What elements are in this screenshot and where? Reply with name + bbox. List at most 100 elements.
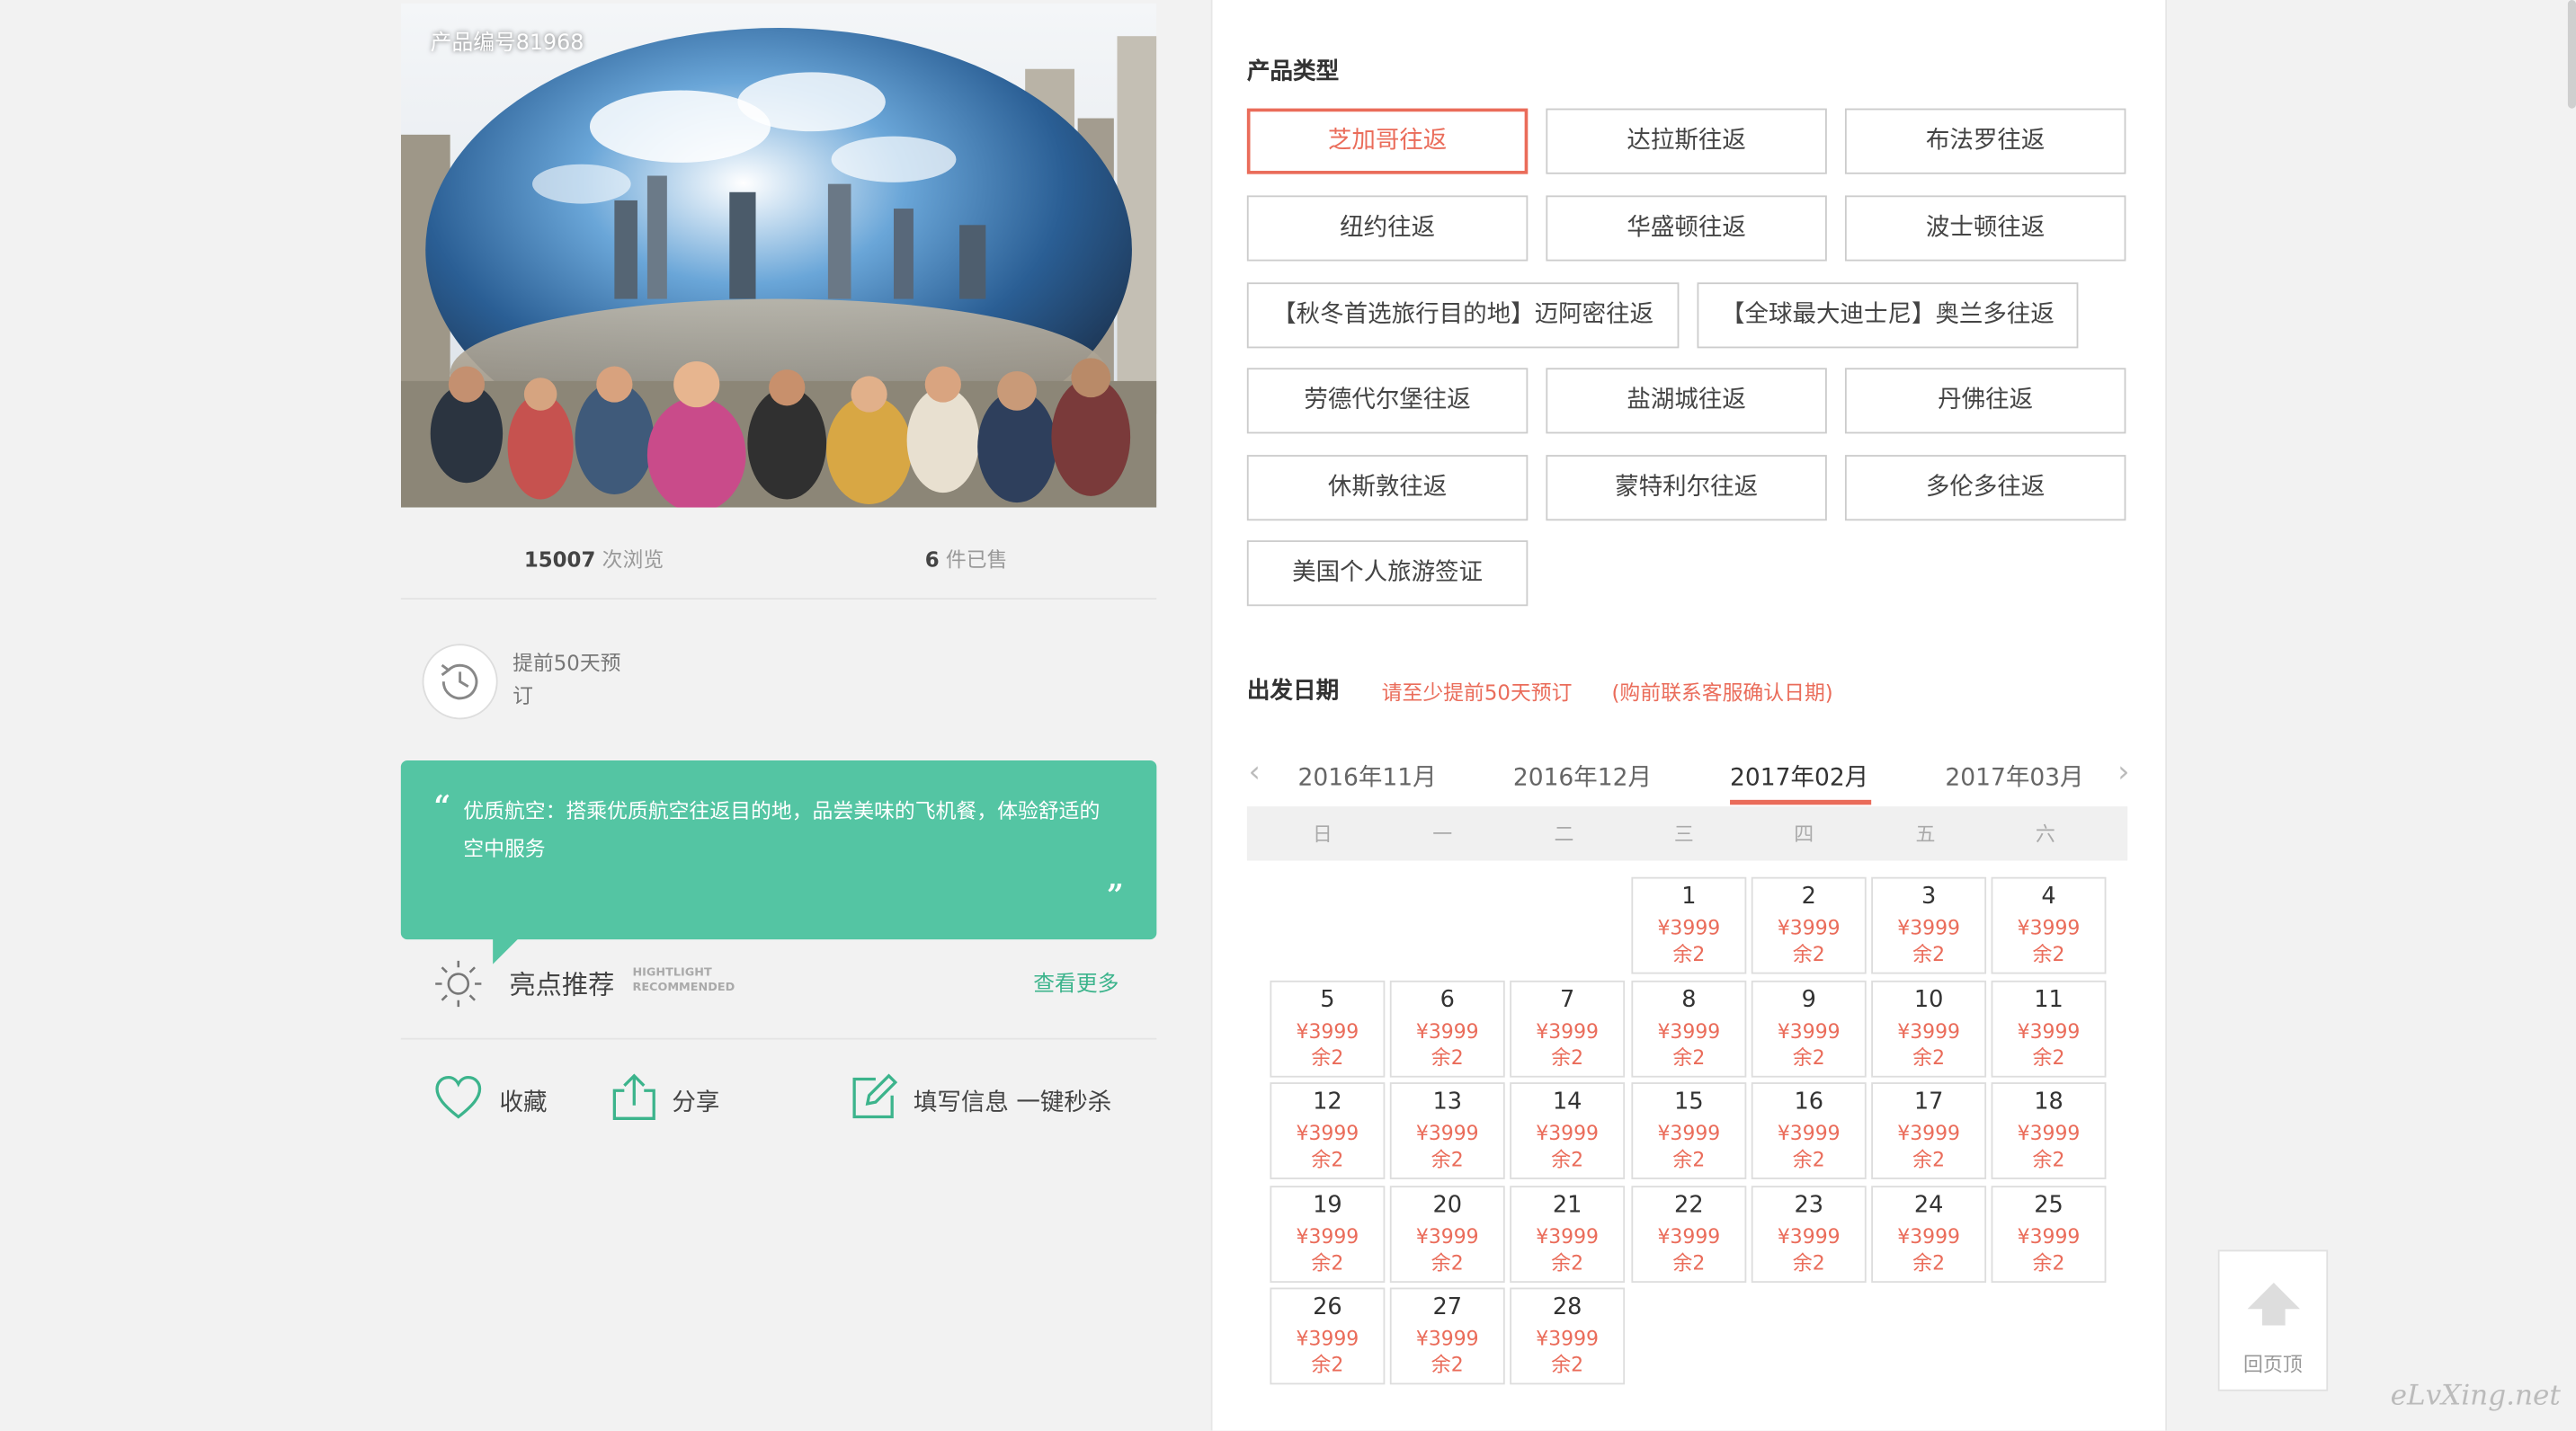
calendar-day[interactable]: 14 ¥3999 余2 xyxy=(1510,1082,1626,1179)
day-remaining: 余2 xyxy=(1311,1353,1344,1377)
back-to-top-button[interactable]: 回页顶 xyxy=(2217,1249,2329,1391)
day-price: ¥3999 xyxy=(2017,1121,2081,1145)
day-remaining: 余2 xyxy=(1672,1251,1706,1275)
day-number: 6 xyxy=(1440,987,1455,1014)
action-bar: 收藏 分享 填写信息 一键秒杀 xyxy=(401,1068,1157,1133)
next-month-icon[interactable]: › xyxy=(2117,756,2129,790)
day-number: 10 xyxy=(1913,987,1944,1014)
share-icon xyxy=(612,1073,655,1120)
day-price: ¥3999 xyxy=(1296,1327,1359,1350)
product-option[interactable]: 休斯敦往返 xyxy=(1246,455,1529,521)
calendar-day[interactable]: 23 ¥3999 余2 xyxy=(1751,1186,1867,1284)
month-tab-active[interactable]: 2017年02月 xyxy=(1730,759,1868,793)
calendar-day[interactable]: 25 ¥3999 余2 xyxy=(1991,1186,2107,1284)
day-remaining: 余2 xyxy=(1672,1045,1706,1070)
product-option[interactable]: 【全球最大迪士尼】奥兰多往返 xyxy=(1697,282,2079,349)
product-code: 产品编号81968 xyxy=(430,31,584,57)
calendar-day[interactable]: 13 ¥3999 余2 xyxy=(1389,1082,1505,1179)
calendar-day[interactable]: 26 ¥3999 余2 xyxy=(1270,1287,1386,1385)
day-number: 9 xyxy=(1801,987,1816,1014)
weekday-label: 二 xyxy=(1554,822,1574,847)
day-price: ¥3999 xyxy=(1897,916,1961,940)
departure-note: 请至少提前50天预订 xyxy=(1381,680,1573,705)
calendar-day[interactable]: 18 ¥3999 余2 xyxy=(1991,1082,2107,1179)
calendar-day[interactable]: 17 ¥3999 余2 xyxy=(1871,1082,1987,1179)
calendar-day[interactable]: 20 ¥3999 余2 xyxy=(1389,1186,1505,1284)
weekday-header: 日 一 二 三 四 五 六 xyxy=(1246,806,2128,861)
calendar-day[interactable]: 8 ¥3999 余2 xyxy=(1631,980,1747,1078)
active-month-indicator xyxy=(1730,799,1872,805)
scrollbar[interactable] xyxy=(2567,0,2576,109)
day-price: ¥3999 xyxy=(1657,1019,1721,1044)
day-price: ¥3999 xyxy=(1777,1225,1841,1249)
calendar-day[interactable]: 28 ¥3999 余2 xyxy=(1510,1287,1626,1385)
day-price: ¥3999 xyxy=(1536,1225,1600,1249)
calendar-day[interactable]: 19 ¥3999 余2 xyxy=(1270,1186,1386,1284)
product-option[interactable]: 华盛顿往返 xyxy=(1546,195,1827,262)
day-remaining: 余2 xyxy=(1672,942,1706,966)
cloud-gate-image xyxy=(400,3,1157,508)
day-price: ¥3999 xyxy=(1296,1019,1359,1044)
calendar-day[interactable]: 24 ¥3999 余2 xyxy=(1871,1186,1987,1284)
day-remaining: 余2 xyxy=(1431,1148,1464,1171)
day-remaining: 余2 xyxy=(1792,942,1825,966)
day-number: 12 xyxy=(1313,1089,1342,1115)
calendar-day[interactable]: 2 ¥3999 余2 xyxy=(1751,876,1867,974)
product-option[interactable]: 纽约往返 xyxy=(1246,195,1529,262)
day-remaining: 余2 xyxy=(1311,1148,1344,1171)
calendar-day[interactable]: 10 ¥3999 余2 xyxy=(1871,980,1987,1078)
product-option[interactable]: 芝加哥往返 xyxy=(1246,108,1529,174)
calendar-day[interactable]: 22 ¥3999 余2 xyxy=(1631,1186,1747,1284)
edit-icon xyxy=(852,1073,898,1119)
calendar-day[interactable]: 1 ¥3999 余2 xyxy=(1631,876,1747,974)
month-tab[interactable]: 2016年12月 xyxy=(1513,759,1652,793)
calendar-day[interactable]: 5 ¥3999 余2 xyxy=(1270,980,1386,1078)
product-option[interactable]: 蒙特利尔往返 xyxy=(1546,455,1827,521)
calendar-day[interactable]: 11 ¥3999 余2 xyxy=(1991,980,2107,1078)
product-option[interactable]: 达拉斯往返 xyxy=(1546,108,1827,174)
day-number: 15 xyxy=(1674,1089,1704,1115)
calendar-day[interactable]: 12 ¥3999 余2 xyxy=(1270,1082,1386,1179)
product-option[interactable]: 多伦多往返 xyxy=(1844,455,2126,521)
product-option[interactable]: 【秋冬首选旅行目的地】迈阿密往返 xyxy=(1246,282,1680,349)
calendar-day[interactable]: 27 ¥3999 余2 xyxy=(1389,1287,1505,1385)
prev-month-icon[interactable]: ‹ xyxy=(1249,756,1261,790)
calendar-day[interactable]: 4 ¥3999 余2 xyxy=(1991,876,2107,974)
product-type-title: 产品类型 xyxy=(1246,58,1340,86)
day-remaining: 余2 xyxy=(2032,942,2065,966)
day-number: 2 xyxy=(1801,884,1816,911)
day-number: 18 xyxy=(2034,1089,2063,1115)
day-number: 4 xyxy=(2041,884,2056,911)
calendar-day[interactable]: 9 ¥3999 余2 xyxy=(1751,980,1867,1078)
product-option[interactable]: 波士顿往返 xyxy=(1844,195,2126,262)
day-remaining: 余2 xyxy=(1431,1353,1464,1377)
day-price: ¥3999 xyxy=(1415,1019,1479,1044)
calendar-day[interactable]: 15 ¥3999 余2 xyxy=(1631,1082,1747,1179)
day-number: 7 xyxy=(1559,987,1575,1014)
product-option[interactable]: 丹佛往返 xyxy=(1844,368,2126,434)
product-option[interactable]: 布法罗往返 xyxy=(1844,108,2126,174)
day-number: 24 xyxy=(1913,1192,1944,1219)
day-number: 16 xyxy=(1794,1089,1824,1115)
month-tab[interactable]: 2016年11月 xyxy=(1297,759,1436,793)
calendar-day[interactable]: 6 ¥3999 余2 xyxy=(1389,980,1505,1078)
calendar-day[interactable]: 7 ¥3999 余2 xyxy=(1510,980,1626,1078)
calendar-day[interactable]: 16 ¥3999 余2 xyxy=(1751,1082,1867,1179)
day-remaining: 余2 xyxy=(1912,1045,1946,1070)
calendar-day[interactable]: 21 ¥3999 余2 xyxy=(1510,1186,1626,1284)
day-price: ¥3999 xyxy=(2017,1019,2081,1044)
product-option[interactable]: 盐湖城往返 xyxy=(1546,368,1827,434)
product-option[interactable]: 劳德代尔堡往返 xyxy=(1246,368,1529,434)
month-tab[interactable]: 2017年03月 xyxy=(1945,759,2083,793)
heart-icon xyxy=(435,1075,482,1119)
view-more-link[interactable]: 查看更多 xyxy=(1033,965,1119,997)
fill-info-button[interactable]: 填写信息 一键秒杀 xyxy=(850,1068,1137,1133)
favorite-button[interactable]: 收藏 xyxy=(433,1068,565,1133)
day-number: 13 xyxy=(1432,1089,1463,1115)
day-number: 25 xyxy=(2034,1192,2063,1219)
product-option[interactable]: 美国个人旅游签证 xyxy=(1246,540,1529,607)
calendar-day[interactable]: 3 ¥3999 余2 xyxy=(1871,876,1987,974)
product-stats: 15007 次浏览 6 件已售 xyxy=(401,542,1157,575)
day-number: 26 xyxy=(1313,1293,1342,1321)
share-button[interactable]: 分享 xyxy=(610,1068,741,1133)
